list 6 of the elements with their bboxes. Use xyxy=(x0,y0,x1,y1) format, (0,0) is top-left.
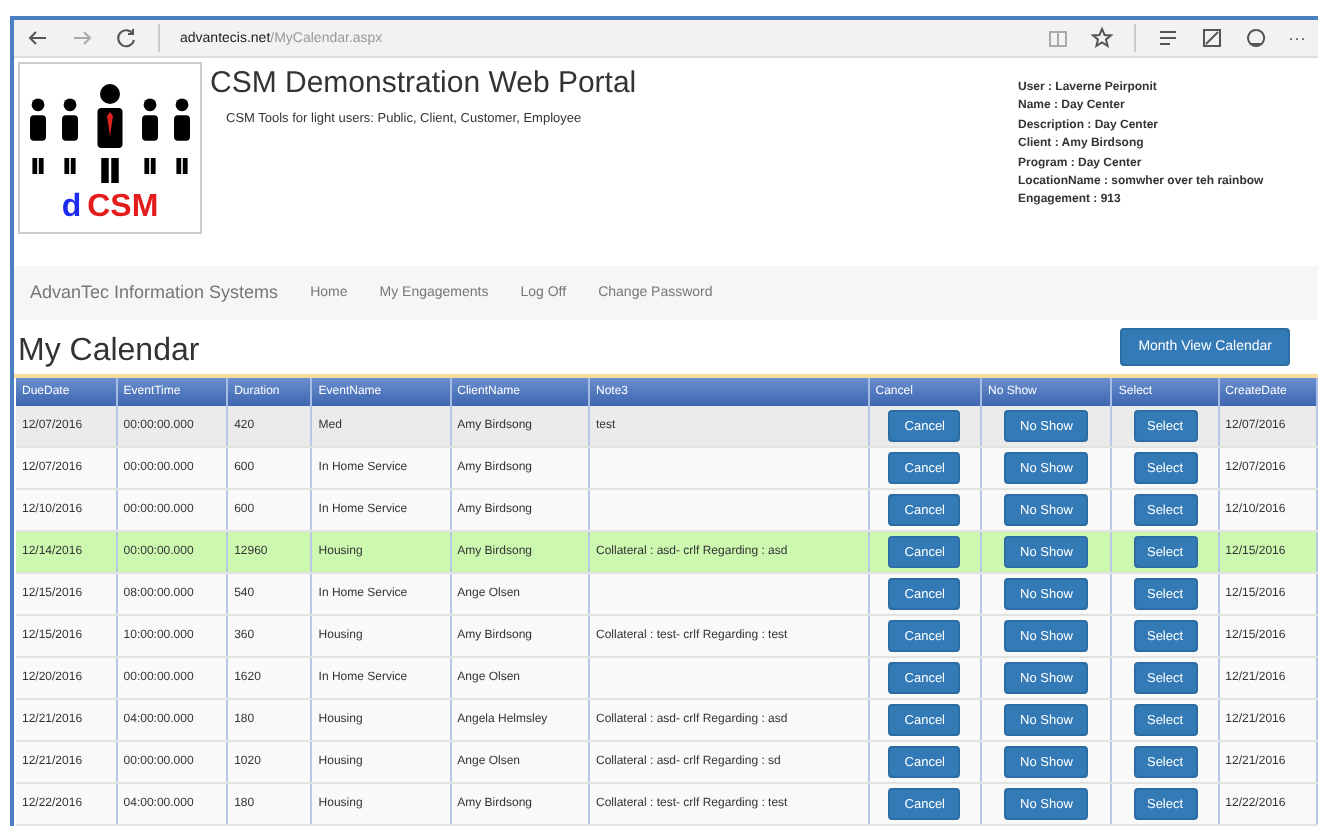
logo-mark: d xyxy=(61,192,82,225)
page-title: My Calendar xyxy=(18,334,200,370)
site-title: CSM Demonstration Web Portal xyxy=(210,66,639,101)
logo-text: CSM xyxy=(87,192,159,225)
more-button[interactable]: ··· xyxy=(1288,28,1306,49)
brand-link[interactable]: AdvanTec Information Systems xyxy=(30,282,279,303)
